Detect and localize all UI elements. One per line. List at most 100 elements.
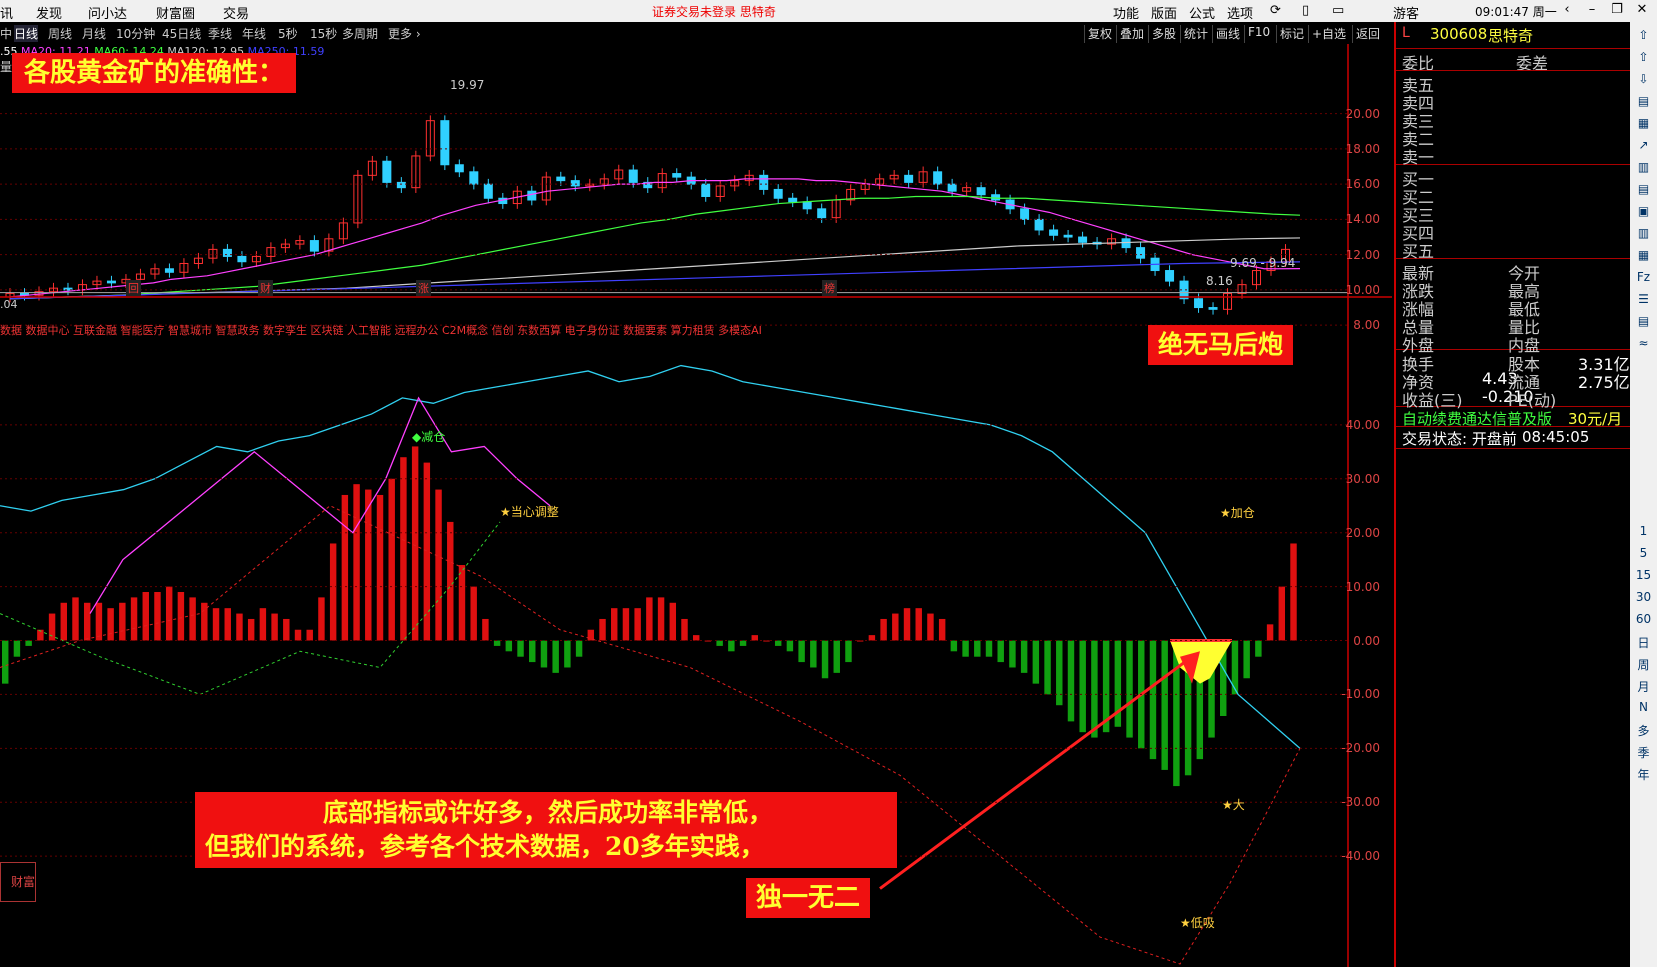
menu-item-options[interactable]: 选项 — [1227, 3, 1253, 22]
histogram-bar — [1266, 624, 1274, 641]
period-weekly[interactable]: 周线 — [48, 25, 72, 42]
menu-item-layout[interactable]: 版面 — [1151, 3, 1177, 22]
tool-f10-button[interactable]: F10 — [1244, 25, 1273, 43]
stock-code[interactable]: 300608 — [1430, 25, 1487, 43]
magenta-signal-line — [89, 396, 551, 614]
toolbar-icon[interactable]: ≈ — [1635, 336, 1652, 350]
period-year[interactable]: 年线 — [242, 25, 266, 42]
histogram-bar — [1255, 640, 1262, 657]
toolbar-icon[interactable]: Fz — [1635, 270, 1652, 284]
chat-icon[interactable]: ▭ — [1332, 3, 1344, 18]
toolbar-icon[interactable]: ⇧ — [1635, 28, 1652, 42]
period-daily[interactable]: 日线 — [14, 25, 39, 42]
period-5s[interactable]: 5秒 — [278, 25, 298, 42]
menu-item-function[interactable]: 功能 — [1113, 3, 1139, 22]
toolbar-icon[interactable]: ▤ — [1635, 94, 1652, 108]
period-shortcut[interactable]: 周 — [1635, 656, 1652, 673]
event-tag-cai[interactable]: 财 — [258, 280, 273, 296]
period-item[interactable]: 中 — [0, 25, 12, 42]
candle-body — [701, 183, 711, 197]
indicator-axis-label: -40.00 — [1341, 849, 1380, 864]
candle-body — [788, 197, 798, 203]
tool-mark-button[interactable]: 标记 — [1276, 25, 1307, 43]
histogram-bar — [517, 640, 524, 657]
period-shortcut[interactable]: 60 — [1635, 612, 1652, 626]
period-shortcut[interactable]: 1 — [1635, 524, 1652, 538]
histogram-bar — [400, 457, 407, 641]
restore-icon[interactable]: ❐ — [1605, 2, 1629, 20]
tool-back-button[interactable]: 返回 — [1352, 25, 1383, 43]
login-notice[interactable]: 证券交易未登录 思特奇 — [652, 3, 776, 20]
event-tag-hui[interactable]: 回 — [126, 280, 141, 296]
toolbar-icon[interactable]: ☰ — [1635, 292, 1652, 306]
back-arrow-icon[interactable]: ‹ — [1555, 2, 1579, 20]
period-15s[interactable]: 15秒 — [310, 25, 337, 42]
period-multi[interactable]: 多周期 — [342, 25, 378, 42]
tool-multi-stock-button[interactable]: 多股 — [1148, 25, 1179, 43]
candle-body — [1078, 236, 1088, 243]
toolbar-icon[interactable]: ▣ — [1635, 204, 1652, 218]
period-shortcut[interactable]: 季 — [1635, 744, 1652, 761]
event-tag-zhang[interactable]: 涨 — [416, 280, 431, 296]
period-shortcut[interactable]: 月 — [1635, 678, 1652, 695]
menu-item-formula[interactable]: 公式 — [1189, 3, 1215, 22]
tool-draw-button[interactable]: 画线 — [1212, 25, 1243, 43]
period-10min[interactable]: 10分钟 — [116, 25, 155, 42]
event-tag-bang[interactable]: 榜 — [822, 280, 837, 296]
tool-add-watchlist-button[interactable]: +自选 — [1308, 25, 1349, 43]
tool-stats-button[interactable]: 统计 — [1180, 25, 1211, 43]
candle-body — [396, 181, 406, 189]
side-icon-strip: ⇧ ⇧ ⇩ ▤ ▦ ↗ ▥ ▤ ▣ ▥ ▦ Fz ☰ ▤ ≈1 5 15 30 60 日周月 N 多季年 — [1630, 22, 1657, 967]
phone-icon[interactable]: ▯ — [1302, 3, 1309, 18]
period-shortcut[interactable]: N — [1635, 700, 1652, 714]
toolbar-icon[interactable]: ▦ — [1635, 248, 1652, 262]
menu-item-wenxiaoda[interactable]: 问小达 — [88, 3, 127, 22]
unique-banner: 独一无二 — [746, 878, 871, 918]
toolbar-icon[interactable]: ▥ — [1635, 160, 1652, 174]
period-shortcut[interactable]: 15 — [1635, 568, 1652, 582]
caifu-tag[interactable]: 财富 — [0, 862, 36, 902]
menu-item-caifuquan[interactable]: 财富圈 — [156, 3, 195, 22]
message-banner: 底部指标或许好多，然后成功率非常低， 但我们的系统，参考各个技术数据，20多年实… — [195, 792, 897, 868]
user-label[interactable]: 游客 — [1393, 3, 1419, 22]
concept-tags[interactable]: 数据 数据中心 互联金融 智能医疗 智慧城市 智慧政务 数字孪生 区块链 人工智… — [0, 322, 762, 338]
histogram-bar — [247, 618, 255, 641]
menu-item-trade[interactable]: 交易 — [223, 3, 249, 22]
period-shortcut[interactable]: 日 — [1635, 634, 1652, 651]
close-icon[interactable]: ✕ — [1630, 2, 1654, 20]
toolbar-icon[interactable]: ⇧ — [1635, 50, 1652, 64]
histogram-bar — [833, 640, 840, 673]
menu-item[interactable]: 讯 — [0, 3, 13, 22]
toolbar-icon[interactable]: ▦ — [1635, 116, 1652, 130]
histogram-bar — [107, 608, 114, 641]
refresh-icon[interactable]: ⟳ — [1270, 3, 1281, 18]
toolbar-icon[interactable]: ▤ — [1635, 182, 1652, 196]
tool-fuquan-button[interactable]: 复权 — [1084, 25, 1115, 43]
period-shortcut[interactable]: 多 — [1635, 722, 1652, 739]
period-shortcut[interactable]: 30 — [1635, 590, 1652, 604]
period-shortcut[interactable]: 5 — [1635, 546, 1652, 560]
period-shortcut[interactable]: 年 — [1635, 766, 1652, 783]
candle-body — [672, 173, 682, 178]
toolbar-icon[interactable]: ⇩ — [1635, 72, 1652, 86]
toolbar-icon[interactable]: ↗ — [1635, 138, 1652, 152]
toolbar-icon[interactable]: ▥ — [1635, 226, 1652, 240]
histogram-bar — [599, 618, 606, 641]
menu-item-discover[interactable]: 发现 — [36, 3, 62, 22]
pointer-arrow-line — [879, 655, 1193, 890]
quote-panel: L 300608 思特奇 委比 委差 自动续费通达信普及版 30元/月 交易状态… — [1394, 22, 1632, 967]
toolbar-icon[interactable]: ▤ — [1635, 314, 1652, 328]
histogram-bar — [903, 608, 911, 641]
histogram-bar — [1161, 640, 1168, 770]
period-more[interactable]: 更多 › — [388, 25, 421, 42]
tool-overlay-button[interactable]: 叠加 — [1116, 25, 1147, 43]
price-axis-label: 14.00 — [1345, 212, 1380, 227]
period-quarter[interactable]: 季线 — [208, 25, 232, 42]
period-45day[interactable]: 45日线 — [162, 25, 201, 42]
stock-name[interactable]: 思特奇 — [1488, 25, 1533, 46]
minimize-icon[interactable]: – — [1580, 2, 1604, 20]
histogram-bar — [529, 640, 536, 663]
period-monthly[interactable]: 月线 — [82, 25, 106, 42]
range-label: 9.69 - 9.94 — [1230, 256, 1296, 270]
candle-body — [976, 187, 986, 196]
